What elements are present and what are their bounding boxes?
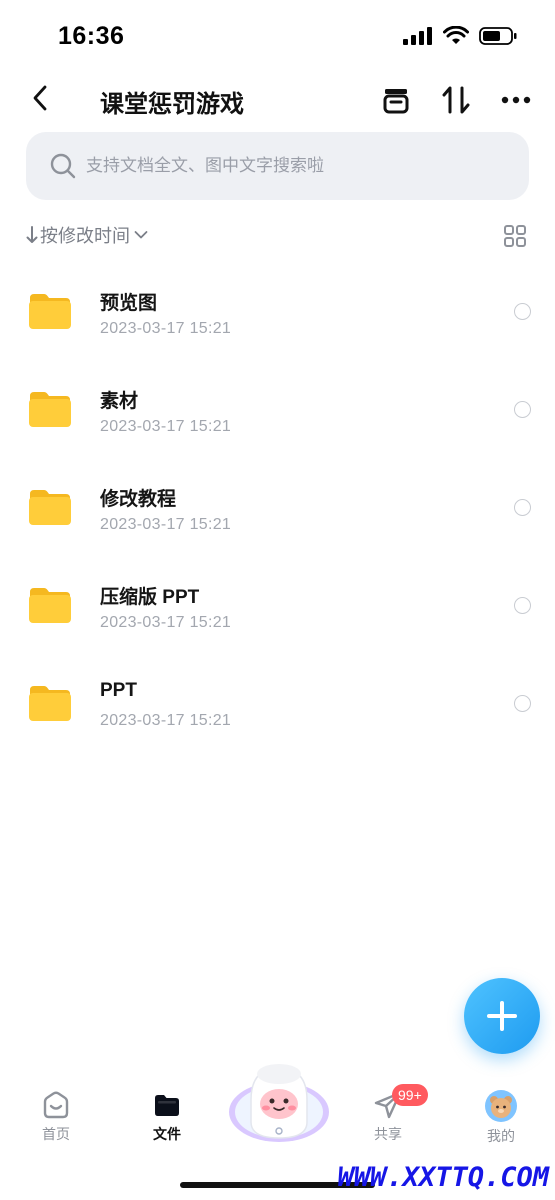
search-input[interactable] — [86, 156, 486, 176]
tab-share-label: 共享 — [374, 1126, 402, 1142]
status-bar: 16:36 — [0, 0, 555, 72]
plus-icon — [487, 1001, 517, 1031]
list-item[interactable]: PPT 2023-03-17 15:21 — [0, 654, 555, 752]
search-icon — [50, 153, 76, 179]
tab-share[interactable]: 99+ 共享 — [348, 1084, 428, 1144]
folder-tab-icon — [155, 1095, 179, 1116]
tab-home[interactable]: 首页 — [16, 1090, 96, 1144]
file-list: 预览图 2023-03-17 15:21 素材 2023-03-17 15:21… — [0, 262, 555, 752]
home-icon — [43, 1091, 69, 1119]
select-checkbox[interactable] — [514, 597, 531, 614]
grid-view-icon[interactable] — [503, 224, 527, 248]
folder-icon — [29, 588, 71, 623]
folder-icon — [29, 392, 71, 427]
folder-icon — [29, 490, 71, 525]
sort-label: 按修改时间 — [40, 226, 130, 246]
bottom-tab-bar: 首页 文件 99+ 共享 我的 — [0, 1060, 555, 1170]
list-item[interactable]: 素材 2023-03-17 15:21 — [0, 360, 555, 458]
tab-files-label: 文件 — [153, 1126, 181, 1142]
more-dots-icon — [501, 96, 531, 104]
wifi-icon — [443, 26, 469, 44]
list-item[interactable]: 压缩版 PPT 2023-03-17 15:21 — [0, 556, 555, 654]
file-name: PPT — [100, 680, 137, 701]
select-checkbox[interactable] — [514, 499, 531, 516]
page-title: 课堂惩罚游戏 — [100, 91, 244, 118]
file-name: 压缩版 PPT — [100, 587, 200, 608]
archive-button[interactable] — [376, 80, 416, 120]
tab-home-label: 首页 — [42, 1126, 70, 1142]
notification-badge: 99+ — [392, 1084, 428, 1106]
folder-icon — [29, 686, 71, 721]
status-icons — [403, 26, 517, 46]
select-checkbox[interactable] — [514, 401, 531, 418]
archive-box-icon — [383, 89, 409, 114]
avatar — [485, 1090, 517, 1122]
more-button[interactable] — [496, 80, 536, 120]
battery-icon — [479, 27, 517, 45]
tab-mine[interactable]: 我的 — [461, 1090, 541, 1146]
chevron-down-icon — [134, 231, 148, 239]
chevron-left-icon — [33, 85, 47, 111]
file-name: 预览图 — [100, 293, 158, 314]
sort-arrows-icon — [442, 86, 470, 114]
tab-mine-label: 我的 — [487, 1128, 515, 1144]
watermark: WWW.XXTTQ.COM — [337, 1162, 549, 1193]
file-date: 2023-03-17 15:21 — [100, 320, 232, 337]
nav-bar: 课堂惩罚游戏 — [0, 72, 555, 124]
arrow-down-icon — [26, 226, 38, 243]
list-item[interactable]: 预览图 2023-03-17 15:21 — [0, 262, 555, 360]
tab-files[interactable]: 文件 — [127, 1090, 207, 1144]
folder-icon — [29, 294, 71, 329]
cellular-signal-icon — [403, 27, 432, 45]
list-item[interactable]: 修改教程 2023-03-17 15:21 — [0, 458, 555, 556]
sort-dropdown[interactable]: 按修改时间 — [26, 222, 148, 248]
mascot-assistant-button[interactable] — [226, 1060, 332, 1144]
back-button[interactable] — [22, 78, 58, 118]
file-date: 2023-03-17 15:21 — [100, 712, 232, 729]
file-date: 2023-03-17 15:21 — [100, 614, 232, 631]
status-time: 16:36 — [58, 22, 125, 50]
search-bar[interactable] — [26, 132, 529, 200]
file-date: 2023-03-17 15:21 — [100, 516, 232, 533]
file-name: 素材 — [100, 391, 139, 412]
select-checkbox[interactable] — [514, 303, 531, 320]
add-button[interactable] — [464, 978, 540, 1054]
select-checkbox[interactable] — [514, 695, 531, 712]
file-date: 2023-03-17 15:21 — [100, 418, 232, 435]
file-browser-screen: 16:36 课堂惩罚游戏 支持文档全文、图中文字搜索啦 按修改时间 预览图 20… — [0, 0, 555, 1200]
sort-toggle-button[interactable] — [436, 80, 476, 120]
file-name: 修改教程 — [100, 489, 177, 510]
